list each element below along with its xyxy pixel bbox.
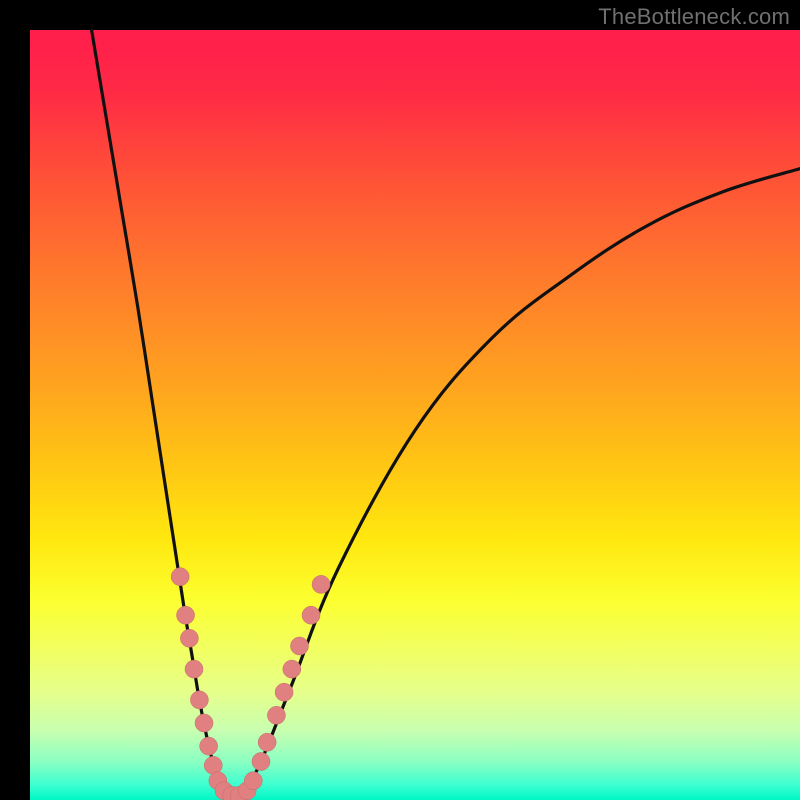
data-point-marker bbox=[302, 606, 320, 624]
data-point-marker bbox=[195, 714, 213, 732]
curve-line bbox=[92, 30, 800, 797]
data-point-marker bbox=[291, 637, 309, 655]
data-point-marker bbox=[204, 756, 222, 774]
data-point-marker bbox=[267, 706, 285, 724]
data-point-marker bbox=[171, 568, 189, 586]
data-point-marker bbox=[275, 683, 293, 701]
data-point-marker bbox=[244, 772, 262, 790]
data-point-marker bbox=[177, 606, 195, 624]
data-point-marker bbox=[258, 733, 276, 751]
data-point-marker bbox=[185, 660, 203, 678]
data-point-marker bbox=[252, 753, 270, 771]
data-point-marker bbox=[190, 691, 208, 709]
data-point-marker bbox=[283, 660, 301, 678]
chart-overlay bbox=[30, 30, 800, 800]
plot-area bbox=[30, 30, 800, 800]
data-point-marker bbox=[312, 575, 330, 593]
data-point-marker bbox=[200, 737, 218, 755]
watermark-text: TheBottleneck.com bbox=[598, 4, 790, 30]
data-point-marker bbox=[180, 629, 198, 647]
chart-frame: TheBottleneck.com bbox=[0, 0, 800, 800]
